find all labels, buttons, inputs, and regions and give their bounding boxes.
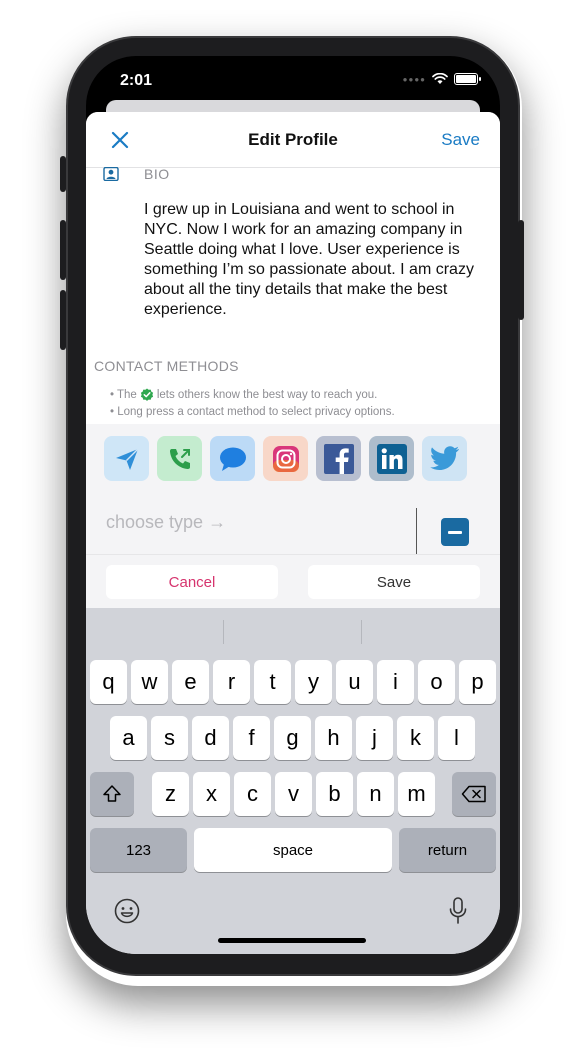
page-title: Edit Profile bbox=[248, 130, 338, 149]
status-bar: 2:01 ●●●● bbox=[86, 56, 500, 106]
save-button[interactable]: Save bbox=[441, 130, 480, 150]
key-p[interactable]: p bbox=[459, 660, 496, 704]
suggestion-divider bbox=[223, 620, 224, 644]
check-badge-icon bbox=[140, 388, 153, 401]
key-n[interactable]: n bbox=[357, 772, 394, 816]
linkedin-tile[interactable] bbox=[369, 436, 414, 481]
phone-tile[interactable] bbox=[157, 436, 202, 481]
return-key[interactable]: return bbox=[399, 828, 496, 872]
nav-bar: Edit Profile Save bbox=[86, 112, 500, 168]
hint-long-press: • Long press a contact method to select … bbox=[110, 406, 395, 418]
key-u[interactable]: u bbox=[336, 660, 373, 704]
status-time: 2:01 bbox=[120, 72, 153, 89]
facebook-tile[interactable] bbox=[316, 436, 361, 481]
hint-preferred-prefix: • The bbox=[110, 389, 137, 401]
key-j[interactable]: j bbox=[356, 716, 393, 760]
screen: 2:01 ●●●● Edit Profile Save BIO I grew u… bbox=[86, 56, 500, 954]
suggestion-divider bbox=[361, 620, 362, 644]
space-key[interactable]: space bbox=[194, 828, 392, 872]
instagram-icon bbox=[272, 445, 299, 472]
hint-preferred: • The lets others know the best way to r… bbox=[110, 388, 377, 402]
hint-preferred-suffix: lets others know the best way to reach y… bbox=[156, 389, 378, 401]
key-r[interactable]: r bbox=[213, 660, 250, 704]
bio-person-icon bbox=[103, 167, 119, 181]
linkedin-icon bbox=[376, 443, 407, 474]
volume-up-button bbox=[60, 220, 66, 280]
signal-dots-icon: ●●●● bbox=[402, 74, 426, 84]
power-button bbox=[518, 220, 524, 320]
action-row: Cancel Save bbox=[86, 554, 500, 608]
edit-profile-sheet: Edit Profile Save BIO I grew up in Louis… bbox=[86, 112, 500, 954]
key-a[interactable]: a bbox=[110, 716, 147, 760]
cancel-button[interactable]: Cancel bbox=[106, 565, 278, 599]
mute-switch bbox=[60, 156, 66, 192]
key-q[interactable]: q bbox=[90, 660, 127, 704]
key-o[interactable]: o bbox=[418, 660, 455, 704]
shift-key[interactable] bbox=[90, 772, 134, 816]
phone-icon bbox=[169, 448, 190, 469]
twitter-icon bbox=[429, 445, 459, 470]
numbers-key[interactable]: 123 bbox=[90, 828, 187, 872]
key-b[interactable]: b bbox=[316, 772, 353, 816]
message-tile[interactable] bbox=[210, 436, 255, 481]
contact-type-row: choose type → bbox=[86, 492, 500, 558]
choose-type-input[interactable]: choose type → bbox=[106, 512, 226, 533]
key-m[interactable]: m bbox=[398, 772, 435, 816]
shift-icon bbox=[103, 785, 121, 802]
backspace-key[interactable] bbox=[452, 772, 496, 816]
facebook-icon bbox=[323, 443, 354, 474]
key-e[interactable]: e bbox=[172, 660, 209, 704]
key-v[interactable]: v bbox=[275, 772, 312, 816]
wifi-icon bbox=[432, 73, 448, 84]
notch bbox=[179, 56, 407, 90]
contact-methods-header: CONTACT METHODS bbox=[94, 358, 239, 374]
key-w[interactable]: w bbox=[131, 660, 168, 704]
key-l[interactable]: l bbox=[438, 716, 475, 760]
twitter-tile[interactable] bbox=[422, 436, 467, 481]
remove-contact-button[interactable] bbox=[441, 518, 469, 546]
key-s[interactable]: s bbox=[151, 716, 188, 760]
bio-text[interactable]: I grew up in Louisiana and went to schoo… bbox=[144, 200, 476, 320]
key-c[interactable]: c bbox=[234, 772, 271, 816]
key-i[interactable]: i bbox=[377, 660, 414, 704]
key-y[interactable]: y bbox=[295, 660, 332, 704]
status-icons: ●●●● bbox=[402, 73, 481, 85]
keyboard: qwertyuiop asdfghjkl zxcvbnm 123 space ret… bbox=[86, 608, 500, 954]
key-f[interactable]: f bbox=[233, 716, 270, 760]
key-d[interactable]: d bbox=[192, 716, 229, 760]
message-icon bbox=[219, 447, 246, 471]
send-tile[interactable] bbox=[104, 436, 149, 481]
key-x[interactable]: x bbox=[193, 772, 230, 816]
battery-icon bbox=[454, 73, 481, 85]
key-k[interactable]: k bbox=[397, 716, 434, 760]
contact-app-icons bbox=[104, 436, 467, 481]
bio-label: BIO bbox=[144, 166, 170, 182]
home-indicator bbox=[218, 938, 366, 943]
microphone-icon[interactable] bbox=[448, 896, 468, 926]
volume-down-button bbox=[60, 290, 66, 350]
instagram-tile[interactable] bbox=[263, 436, 308, 481]
backspace-icon bbox=[461, 785, 486, 803]
key-z[interactable]: z bbox=[152, 772, 189, 816]
type-divider bbox=[416, 508, 417, 556]
key-h[interactable]: h bbox=[315, 716, 352, 760]
key-g[interactable]: g bbox=[274, 716, 311, 760]
emoji-icon[interactable] bbox=[114, 898, 140, 924]
send-icon bbox=[115, 448, 138, 470]
save-contact-button[interactable]: Save bbox=[308, 565, 480, 599]
key-t[interactable]: t bbox=[254, 660, 291, 704]
